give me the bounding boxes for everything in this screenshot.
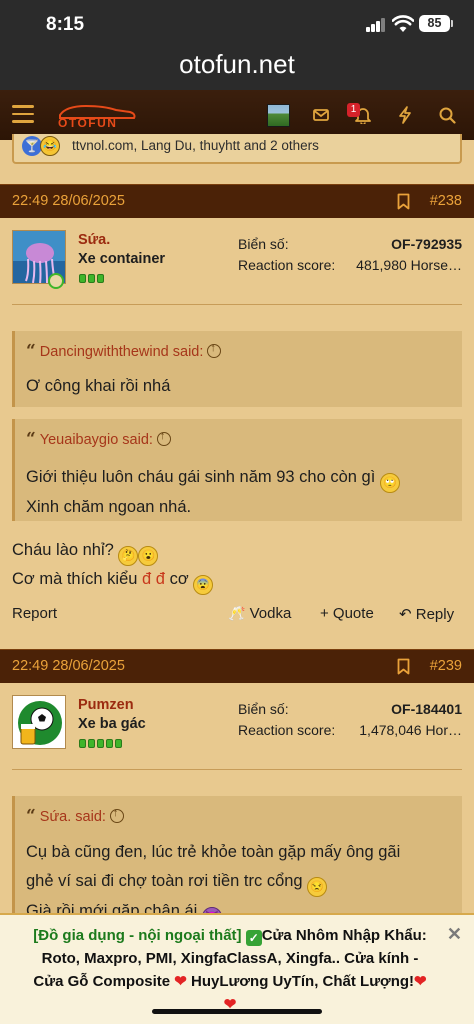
post-user-info: Sứa. Xe container Biển số: OF-792935 Rea…	[0, 218, 474, 336]
reactions-text: ttvnol.com, Lang Du, thuyhtt and 2 other…	[72, 138, 319, 153]
clock: 8:15	[46, 14, 85, 35]
bookmark-icon[interactable]	[397, 658, 410, 675]
reaction-score-label: Reaction score:	[238, 722, 336, 738]
avatar-thumbnail[interactable]	[267, 104, 290, 127]
user-rank-bar	[79, 735, 124, 748]
plate-label: Biển số:	[238, 236, 289, 252]
post-user-info: Pumzen Xe ba gác Biển số: OF-184401 Reac…	[0, 683, 474, 801]
user-rank-bar	[79, 270, 106, 283]
plate-value: OF-792935	[391, 236, 462, 252]
post-datetime[interactable]: 22:49 28/06/2025	[12, 193, 125, 209]
svg-text:OTOFUN: OTOFUN	[58, 116, 117, 129]
post-header: 22:49 28/06/2025 #238	[0, 184, 474, 218]
jump-to-quote-icon	[207, 342, 222, 358]
heart-icon: ❤	[414, 973, 427, 990]
reply-icon: ↶	[399, 606, 412, 623]
thinking-emoji-icon: 🤔	[118, 546, 139, 566]
notification-badge: 1	[347, 103, 360, 117]
quote-block: “Sứa. said: Cụ bà cũng đen, lúc trẻ khỏe…	[12, 796, 462, 927]
jump-to-quote-icon	[156, 430, 171, 446]
search-icon[interactable]	[439, 107, 456, 124]
cheers-icon: 🥂	[228, 605, 246, 621]
username[interactable]: Pumzen	[78, 697, 134, 713]
online-status-icon	[48, 273, 64, 289]
otofun-logo[interactable]: OTOFUN	[56, 103, 138, 129]
plate-label: Biển số:	[238, 701, 289, 717]
reaction-score-value: 1,478,046 Hor…	[359, 722, 462, 738]
jump-to-quote-icon	[109, 807, 124, 823]
unamused-emoji-icon: 😒	[307, 877, 328, 897]
heart-icon: ❤	[174, 973, 187, 990]
quote-body: Giới thiệu luôn cháu gái sinh năm 93 cho…	[26, 463, 400, 522]
ad-banner[interactable]: ✕ [Đồ gia dụng - nội ngoại thất] ✓ Cửa Nh…	[0, 913, 474, 1024]
report-button[interactable]: Report	[12, 605, 57, 622]
plate-value: OF-184401	[391, 701, 462, 717]
bookmark-icon[interactable]	[397, 193, 410, 210]
reaction-score-value: 481,980 Horse…	[356, 257, 462, 273]
surprised-emoji-icon: 😮	[138, 546, 159, 566]
laugh-reaction-icon: 😂	[40, 136, 60, 156]
scared-emoji-icon: 😨	[193, 575, 214, 595]
username[interactable]: Sứa.	[78, 232, 110, 248]
status-bar: 8:15 85	[0, 0, 474, 44]
mail-icon[interactable]	[313, 109, 329, 121]
post-text: Cháu lào nhỉ? 🤔 😮 Cơ mà thích kiểu đ đ cơ…	[12, 537, 214, 595]
user-title: Xe ba gác	[78, 716, 146, 732]
quote-body: Ơ công khai rồi nhá	[26, 377, 171, 395]
cheers-reaction-icon: 🍸	[22, 136, 42, 156]
wifi-icon	[392, 15, 414, 32]
cellular-signal-icon	[366, 18, 386, 32]
divider	[12, 769, 462, 770]
quote-author[interactable]: “Yeuaibaygio said:	[26, 429, 171, 449]
battery-icon: 85	[419, 15, 453, 32]
post-datetime[interactable]: 22:49 28/06/2025	[12, 658, 125, 674]
post-number[interactable]: #238	[430, 193, 462, 209]
site-navbar: OTOFUN	[0, 90, 474, 140]
user-title: Xe container	[78, 251, 166, 267]
quote-block: “Dancingwiththewind said: Ơ công khai rồ…	[12, 331, 462, 407]
menu-icon[interactable]	[12, 105, 34, 123]
quote-block: “Yeuaibaygio said: Giới thiệu luôn cháu …	[12, 419, 462, 521]
reaction-button[interactable]: 🥂 Vodka	[228, 605, 291, 622]
eye-roll-emoji-icon: 🙄	[379, 473, 400, 493]
url-bar[interactable]: otofun.net	[0, 44, 474, 90]
checkmark-icon: ✓	[245, 930, 262, 946]
post-number[interactable]: #239	[430, 658, 462, 674]
home-indicator	[152, 1009, 322, 1014]
avatar[interactable]	[12, 695, 66, 749]
ad-text[interactable]: [Đồ gia dụng - nội ngoại thất] ✓ Cửa Nhôm…	[10, 924, 450, 1016]
post-actions: Report 🥂 Vodka + Quote ↶ Reply	[0, 603, 474, 627]
quote-author[interactable]: “Sứa. said:	[26, 806, 124, 826]
reactions-summary[interactable]: 🍸 😂 ttvnol.com, Lang Du, thuyhtt and 2 o…	[12, 134, 462, 164]
quote-button[interactable]: + Quote	[320, 605, 374, 622]
quote-author[interactable]: “Dancingwiththewind said:	[26, 341, 222, 361]
post-header: 22:49 28/06/2025 #239	[0, 649, 474, 683]
reaction-score-label: Reaction score:	[238, 257, 336, 273]
lightning-icon[interactable]	[398, 106, 412, 124]
reply-button[interactable]: ↶ Reply	[399, 605, 454, 623]
divider	[12, 304, 462, 305]
